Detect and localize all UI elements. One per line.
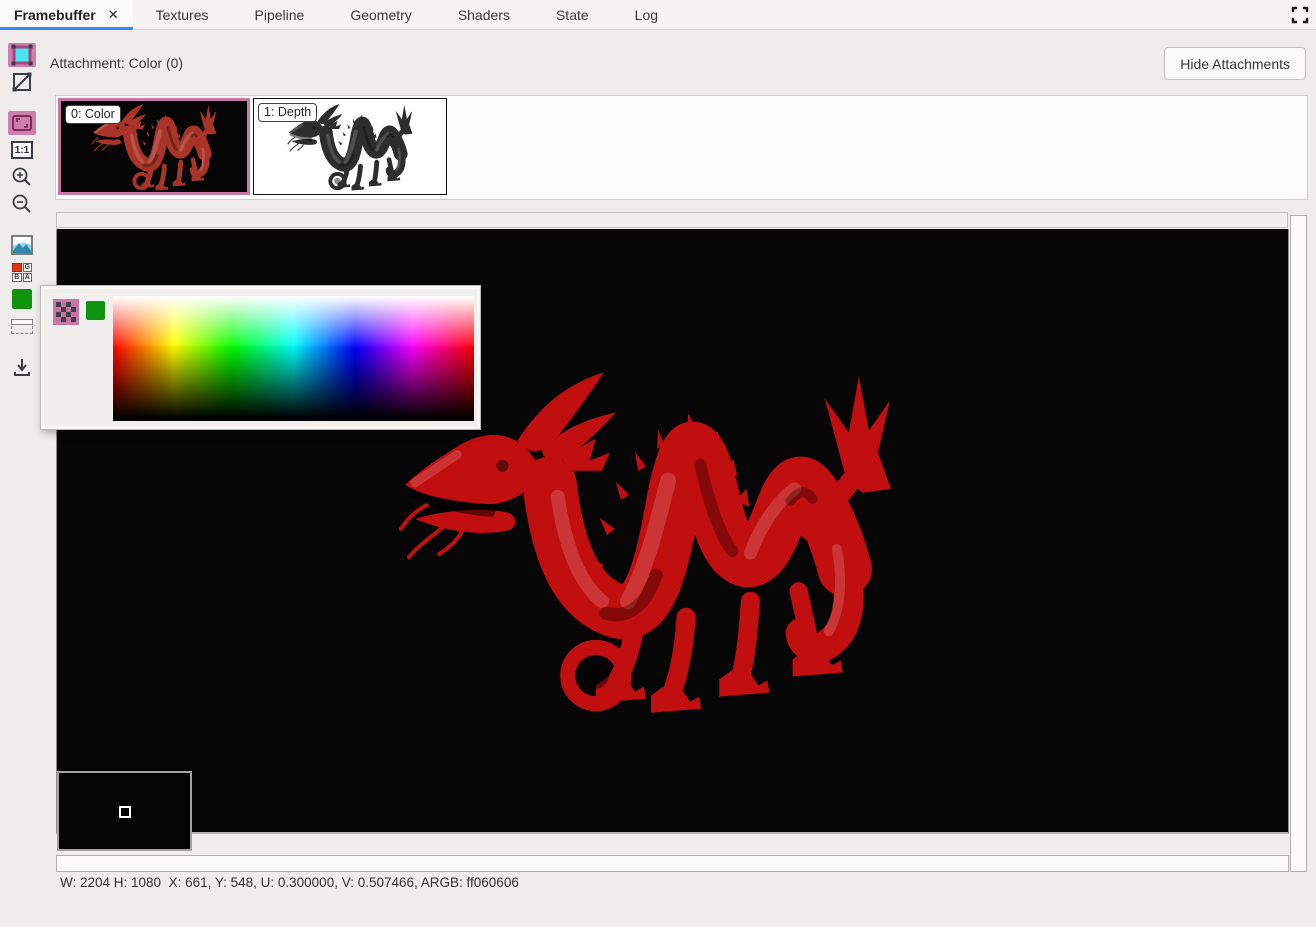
attachment-thumbnail-strip: 0: Color 1: Depth xyxy=(55,95,1308,200)
pixel-selection-button[interactable] xyxy=(8,43,36,67)
blend-disabled-button[interactable] xyxy=(8,70,36,94)
tab-shaders[interactable]: Shaders xyxy=(435,0,533,29)
actual-size-icon: 1:1 xyxy=(11,141,33,159)
zoom-out-icon xyxy=(10,192,34,216)
minimap-viewport-rect[interactable] xyxy=(119,806,131,818)
red-channel-swatch xyxy=(12,263,22,272)
hsv-gradient-picker[interactable] xyxy=(113,296,474,421)
close-tab-icon[interactable]: ✕ xyxy=(108,7,119,23)
blend-disabled-icon xyxy=(10,70,34,94)
blue-channel-letter: B xyxy=(12,273,22,282)
green-swatch[interactable] xyxy=(86,301,105,320)
attachment-thumbnail-color[interactable]: 0: Color xyxy=(58,98,250,195)
tab-geometry[interactable]: Geometry xyxy=(327,0,434,29)
tab-label: Textures xyxy=(156,7,209,23)
tab-label: Pipeline xyxy=(255,7,305,23)
attachment-badge: 0: Color xyxy=(65,105,121,124)
tab-label: State xyxy=(556,7,589,23)
rgba-channels-button[interactable]: G B A xyxy=(8,260,36,284)
fullscreen-button[interactable] xyxy=(1291,6,1309,24)
viewer-toolbar: 1:1 xyxy=(7,43,37,382)
framebuffer-viewer-window: Framebuffer ✕ Textures Pipeline Geometry… xyxy=(0,0,1316,927)
save-image-button[interactable] xyxy=(8,355,36,379)
tab-state[interactable]: State xyxy=(533,0,612,29)
tab-label: Log xyxy=(635,7,658,23)
vertical-scrollbar[interactable] xyxy=(1290,215,1307,872)
alpha-channel-letter: A xyxy=(23,273,33,282)
fit-to-window-icon xyxy=(10,111,34,135)
tab-label: Framebuffer xyxy=(14,7,96,23)
attachment-badge: 1: Depth xyxy=(258,103,317,122)
tab-textures[interactable]: Textures xyxy=(133,0,232,29)
pixel-status-text: W: 2204 H: 1080 X: 661, Y: 548, U: 0.300… xyxy=(60,875,519,890)
zoom-in-icon xyxy=(10,165,34,189)
tab-log[interactable]: Log xyxy=(612,0,681,29)
alpha-checker-swatch[interactable] xyxy=(53,299,79,325)
attachment-thumbnail-depth[interactable]: 1: Depth xyxy=(253,98,447,195)
rgba-channels-icon: G B A xyxy=(12,263,32,281)
fit-to-window-button[interactable] xyxy=(8,111,36,135)
overview-minimap[interactable] xyxy=(57,771,192,851)
fullscreen-corners-icon xyxy=(1291,6,1309,24)
background-color-picker-popup xyxy=(40,285,481,430)
range-histogram-button[interactable] xyxy=(8,314,36,338)
zoom-in-button[interactable] xyxy=(8,165,36,189)
horizontal-scrollbar-top[interactable] xyxy=(56,212,1288,228)
pixel-selection-icon xyxy=(10,43,34,67)
tab-bar: Framebuffer ✕ Textures Pipeline Geometry… xyxy=(0,0,1316,30)
background-image-button[interactable] xyxy=(8,233,36,257)
attachment-label: Attachment: Color (0) xyxy=(50,55,183,71)
tab-pipeline[interactable]: Pipeline xyxy=(232,0,328,29)
horizontal-scrollbar[interactable] xyxy=(56,855,1289,872)
hide-attachments-button[interactable]: Hide Attachments xyxy=(1164,47,1306,80)
tab-label: Shaders xyxy=(458,7,510,23)
clear-color-button[interactable] xyxy=(8,287,36,311)
save-download-icon xyxy=(10,355,34,379)
background-image-icon xyxy=(10,234,34,256)
actual-size-button[interactable]: 1:1 xyxy=(8,138,36,162)
zoom-out-button[interactable] xyxy=(8,192,36,216)
green-color-swatch-icon xyxy=(12,289,32,309)
tab-framebuffer[interactable]: Framebuffer ✕ xyxy=(0,0,133,29)
green-channel-letter: G xyxy=(23,263,33,272)
range-histogram-icon xyxy=(11,319,33,334)
tab-label: Geometry xyxy=(350,7,411,23)
